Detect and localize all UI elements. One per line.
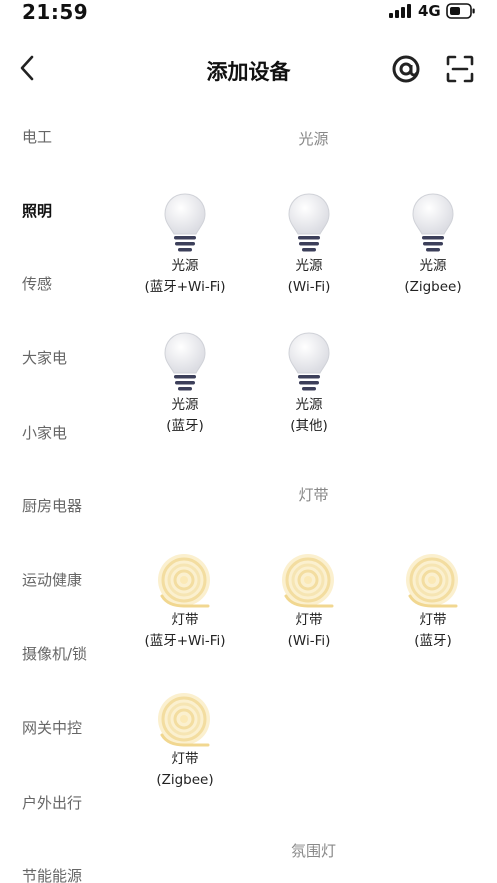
category-item-lighting[interactable]: 照明 — [22, 200, 52, 221]
status-bar: 21:59 4G — [0, 0, 497, 26]
light-bulb-icon — [164, 193, 206, 252]
device-protocol: (Wi-Fi) — [287, 633, 331, 649]
device-protocol: (Wi-Fi) — [287, 279, 331, 295]
device-protocol: (Zigbee) — [156, 772, 214, 788]
device-protocol: (Zigbee) — [404, 279, 462, 295]
device-light-source-ble[interactable]: 光源 (蓝牙) — [130, 331, 240, 437]
battery-icon — [446, 3, 475, 19]
status-time: 21:59 — [22, 0, 89, 24]
device-name: 灯带 — [171, 751, 199, 767]
device-name: 光源 — [295, 258, 323, 274]
device-protocol: (蓝牙+Wi-Fi) — [144, 279, 226, 295]
device-light-source-zigbee[interactable]: 光源 (Zigbee) — [378, 192, 488, 298]
category-item-large-appliances[interactable]: 大家电 — [22, 347, 67, 368]
device-name: 光源 — [171, 397, 199, 413]
device-light-strip-zigbee[interactable]: 灯带 (Zigbee) — [130, 691, 240, 791]
signal-strength-icon — [389, 4, 411, 18]
device-protocol: (蓝牙) — [166, 418, 204, 434]
device-name: 光源 — [419, 258, 447, 274]
category-item-small-appliances[interactable]: 小家电 — [22, 422, 67, 443]
device-light-strip-ble-wifi[interactable]: 灯带 (蓝牙+Wi-Fi) — [130, 552, 240, 652]
scan-icon[interactable] — [444, 53, 476, 85]
device-light-strip-wifi[interactable]: 灯带 (Wi-Fi) — [254, 552, 364, 652]
device-light-source-other[interactable]: 光源 (其他) — [254, 331, 364, 437]
section-title-ambient-light: 氛围灯 — [290, 842, 336, 860]
device-name: 灯带 — [171, 612, 199, 628]
category-item-sensors[interactable]: 传感 — [22, 273, 52, 294]
category-item-energy[interactable]: 节能能源 — [22, 865, 82, 883]
section-title-light-source: 光源 — [298, 130, 329, 148]
light-bulb-icon — [412, 193, 454, 252]
light-bulb-icon — [288, 332, 330, 391]
nav-bar: 添加设备 — [0, 40, 497, 96]
device-name: 光源 — [295, 397, 323, 413]
light-strip-icon — [158, 693, 210, 747]
device-light-source-ble-wifi[interactable]: 光源 (蓝牙+Wi-Fi) — [130, 192, 240, 298]
category-item-kitchen[interactable]: 厨房电器 — [22, 495, 82, 516]
device-name: 灯带 — [295, 612, 323, 628]
device-protocol: (其他) — [290, 418, 328, 434]
device-light-source-wifi[interactable]: 光源 (Wi-Fi) — [254, 192, 364, 298]
light-bulb-icon — [164, 332, 206, 391]
light-strip-icon — [406, 554, 458, 608]
category-item-gateway[interactable]: 网关中控 — [22, 717, 82, 738]
page-title: 添加设备 — [206, 60, 291, 84]
device-protocol: (蓝牙) — [414, 633, 452, 649]
category-item-electrical[interactable]: 电工 — [22, 126, 52, 147]
network-type: 4G — [418, 2, 441, 20]
category-item-camera-lock[interactable]: 摄像机/锁 — [22, 643, 87, 664]
at-sign-icon[interactable] — [390, 53, 422, 85]
section-title-light-strip: 灯带 — [298, 486, 329, 504]
light-bulb-icon — [288, 193, 330, 252]
light-strip-icon — [282, 554, 334, 608]
device-name: 光源 — [171, 258, 199, 274]
device-name: 灯带 — [419, 612, 447, 628]
light-strip-icon — [158, 554, 210, 608]
device-light-strip-ble[interactable]: 灯带 (蓝牙) — [378, 552, 488, 652]
category-item-outdoor[interactable]: 户外出行 — [22, 792, 82, 813]
category-item-fitness[interactable]: 运动健康 — [22, 569, 82, 590]
device-protocol: (蓝牙+Wi-Fi) — [144, 633, 226, 649]
